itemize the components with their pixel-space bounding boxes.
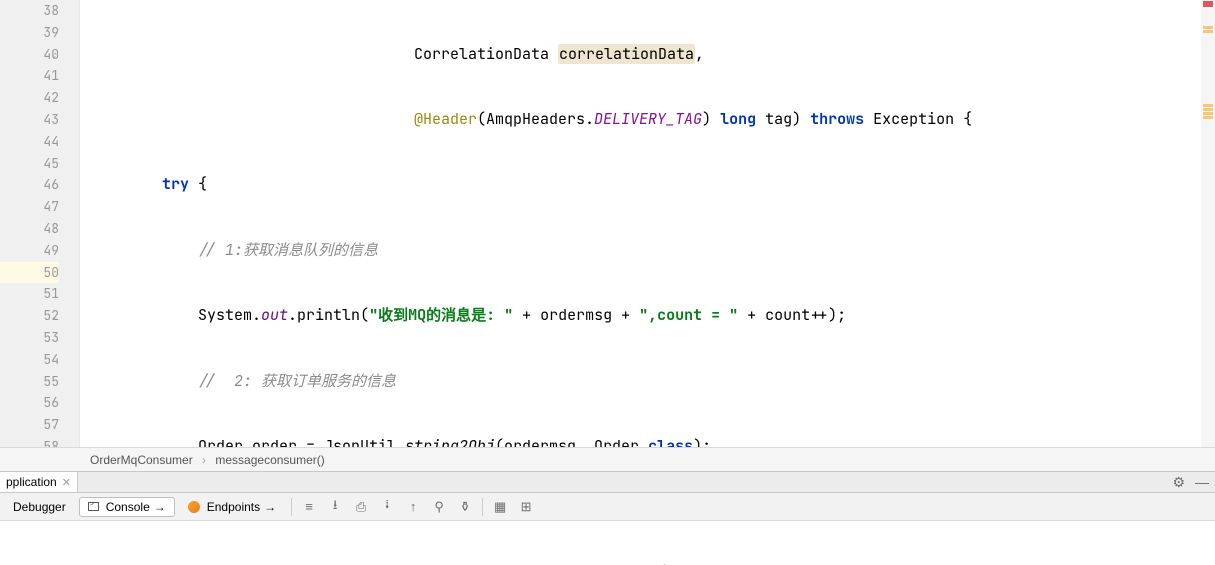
- gear-icon[interactable]: ⚙: [1172, 474, 1185, 491]
- warning-mark[interactable]: [1203, 116, 1213, 119]
- line-54: 54: [0, 349, 59, 371]
- breadcrumb-separator: ›: [202, 453, 206, 467]
- warning-mark[interactable]: [1203, 104, 1213, 107]
- line-39: 39: [0, 22, 59, 44]
- close-icon[interactable]: ✕: [62, 476, 71, 489]
- code-content[interactable]: CorrelationData correlationData, @Header…: [80, 0, 1215, 447]
- warning-mark[interactable]: [1203, 112, 1213, 115]
- error-stripe[interactable]: [1201, 0, 1215, 447]
- code-line: try {: [90, 174, 1215, 196]
- console-icon: [88, 502, 99, 511]
- code-line: // 1:获取消息队列的信息: [90, 240, 1215, 262]
- console-output[interactable]: at org.springframework.retry.interceptor…: [0, 521, 1215, 565]
- code-line: CorrelationData correlationData,: [90, 44, 1215, 66]
- minimize-icon[interactable]: —: [1195, 474, 1209, 491]
- line-53: 53: [0, 327, 59, 349]
- line-51: 51: [0, 283, 59, 305]
- line-49: 49: [0, 240, 59, 262]
- fold-icon[interactable]: ▾: [47, 418, 57, 428]
- breadcrumb-class[interactable]: OrderMqConsumer: [90, 453, 193, 467]
- line-46: 46: [0, 174, 59, 196]
- breadcrumb[interactable]: OrderMqConsumer › messageconsumer(): [0, 447, 1215, 471]
- line-57: 57▾: [0, 414, 59, 436]
- line-gutter: 38 39 40▾ 41 42 43 44 45 46 47 48 49 50 …: [0, 0, 80, 447]
- scroll-to-end-icon[interactable]: ⭳: [324, 496, 346, 518]
- divider: [482, 498, 483, 516]
- endpoints-tab[interactable]: Endpoints →: [179, 497, 285, 517]
- breadcrumb-method[interactable]: messageconsumer(): [215, 453, 324, 467]
- layout-icon[interactable]: ▦: [489, 496, 511, 518]
- debugger-tab[interactable]: Debugger: [4, 497, 75, 517]
- fold-icon[interactable]: ▾: [47, 309, 57, 319]
- clear-icon[interactable]: ⭭: [376, 496, 398, 518]
- console-tab[interactable]: Console →: [79, 497, 175, 517]
- tab-label: pplication: [6, 475, 57, 489]
- debug-toolbar: Debugger Console → Endpoints → ≡ ⭳ ⎙ ⭭ ↑…: [0, 493, 1215, 521]
- line-50: 50: [0, 262, 59, 284]
- warning-mark[interactable]: [1203, 26, 1213, 29]
- line-52: 52▾: [0, 305, 59, 327]
- line-48: 48: [0, 218, 59, 240]
- run-tab-bar: pplication ✕ ⚙ —: [0, 471, 1215, 493]
- endpoints-icon: [188, 501, 200, 513]
- line-41: 41: [0, 65, 59, 87]
- line-44: 44: [0, 131, 59, 153]
- line-47: 47: [0, 196, 59, 218]
- warning-mark[interactable]: [1203, 108, 1213, 111]
- filter2-icon[interactable]: ⚱: [454, 496, 476, 518]
- code-line: Order order = JsonUtil.string2Obj(orderm…: [90, 436, 1215, 447]
- line-58: 58: [0, 436, 59, 447]
- fold-icon[interactable]: ▾: [47, 48, 57, 58]
- code-line: System.out.println("收到MQ的消息是: " + orderm…: [90, 305, 1215, 327]
- run-config-tab[interactable]: pplication ✕: [0, 472, 78, 492]
- settings-icon[interactable]: ⊞: [515, 496, 537, 518]
- print-icon[interactable]: ⎙: [350, 496, 372, 518]
- line-38: 38: [0, 0, 59, 22]
- line-56: 56: [0, 392, 59, 414]
- line-45: 45: [0, 153, 59, 175]
- code-editor[interactable]: 38 39 40▾ 41 42 43 44 45 46 47 48 49 50 …: [0, 0, 1215, 447]
- toggle-soft-wrap-icon[interactable]: ≡: [298, 496, 320, 518]
- line-42: 42: [0, 87, 59, 109]
- code-line: // 2: 获取订单服务的信息: [90, 371, 1215, 393]
- line-40: 40▾: [0, 44, 59, 66]
- line-43: 43: [0, 109, 59, 131]
- up-icon[interactable]: ↑: [402, 496, 424, 518]
- divider: [291, 498, 292, 516]
- filter-icon[interactable]: ⚲: [428, 496, 450, 518]
- code-line: @Header(AmqpHeaders.DELIVERY_TAG) long t…: [90, 109, 1215, 131]
- line-55: 55: [0, 371, 59, 393]
